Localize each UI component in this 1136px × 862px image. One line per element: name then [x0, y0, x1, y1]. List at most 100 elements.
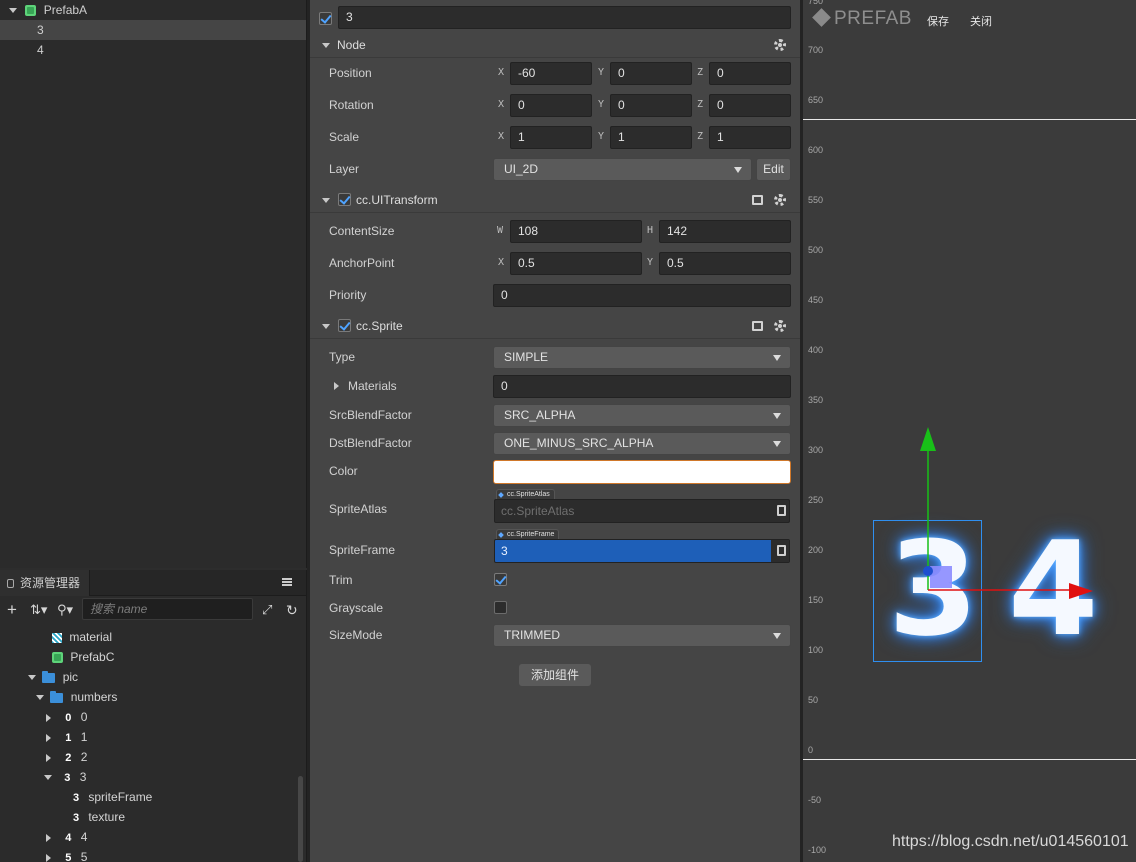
collapse-arrow-icon[interactable]	[322, 198, 330, 203]
scale-x-input[interactable]: 1	[510, 126, 592, 149]
src-blend-select[interactable]: SRC_ALPHA	[493, 404, 791, 427]
select-value: SIMPLE	[504, 350, 549, 364]
list-item[interactable]: 1 1	[46, 727, 87, 747]
grayscale-checkbox[interactable]	[494, 601, 507, 614]
expand-arrow-icon[interactable]	[334, 382, 339, 390]
axis-label: Y	[647, 257, 654, 268]
scene-view[interactable]: 750 700 650 600 550 500 450 400 350 300 …	[803, 0, 1136, 862]
sort-icon[interactable]: ⇅▾	[30, 601, 47, 619]
material-icon	[52, 632, 62, 643]
priority-input[interactable]: 0	[493, 284, 791, 307]
list-item[interactable]: 5 5	[46, 847, 87, 862]
hierarchy-item-3[interactable]: 3	[0, 20, 306, 40]
rotation-y-input[interactable]: 0	[610, 94, 692, 117]
chevron-down-icon	[773, 441, 781, 447]
list-item[interactable]: numbers	[36, 687, 117, 707]
list-item[interactable]: 3 spriteFrame	[70, 787, 152, 807]
type-select[interactable]: SIMPLE	[493, 346, 791, 369]
collapse-arrow-icon[interactable]	[322, 43, 330, 48]
materials-count-input[interactable]: 0	[493, 375, 791, 398]
anchor-y-input[interactable]: 0.5	[659, 252, 791, 275]
node-active-checkbox[interactable]	[319, 12, 332, 25]
field-label: Grayscale	[329, 601, 384, 615]
list-item[interactable]: 3 texture	[70, 807, 125, 827]
menu-icon[interactable]	[282, 578, 292, 586]
search-input[interactable]: 搜索 name	[82, 598, 253, 620]
add-icon[interactable]: +	[7, 601, 17, 619]
gear-icon[interactable]	[774, 320, 786, 332]
axis-label: W	[497, 225, 504, 236]
refresh-icon[interactable]: ↻	[286, 601, 298, 619]
size-mode-select[interactable]: TRIMMED	[493, 624, 791, 647]
expand-icon[interactable]: ⤢	[262, 601, 272, 619]
hierarchy-item-4[interactable]: 4	[0, 40, 306, 60]
collapse-arrow-icon[interactable]	[28, 675, 36, 681]
section-title: cc.UITransform	[356, 193, 438, 207]
dst-blend-select[interactable]: ONE_MINUS_SRC_ALPHA	[493, 432, 791, 455]
folder-icon	[50, 690, 64, 703]
position-y-input[interactable]: 0	[610, 62, 692, 85]
list-item[interactable]: 3 3	[44, 767, 86, 787]
expand-arrow-icon[interactable]	[46, 853, 51, 862]
axis-label: Z	[697, 99, 704, 110]
node-name-input[interactable]: 3	[338, 6, 791, 29]
scale-row: Scale X 1 Y 1 Z 1	[310, 123, 800, 151]
rotation-z-input[interactable]: 0	[709, 94, 791, 117]
list-item[interactable]: 4 4	[46, 827, 87, 847]
help-book-icon[interactable]	[752, 321, 763, 331]
gear-icon[interactable]	[774, 194, 786, 206]
tab-label: 资源管理器	[20, 576, 81, 590]
scrollbar[interactable]	[298, 776, 303, 862]
component-enabled-checkbox[interactable]	[338, 193, 351, 206]
list-item-label: 3	[79, 770, 87, 784]
collapse-arrow-icon[interactable]	[44, 775, 52, 781]
scale-z-input[interactable]: 1	[709, 126, 791, 149]
layer-edit-button[interactable]: Edit	[756, 158, 791, 181]
hierarchy-panel: PrefabA 3 4	[0, 0, 307, 568]
expand-arrow-icon[interactable]	[46, 833, 51, 842]
list-item[interactable]: 0 0	[46, 707, 87, 727]
expand-arrow-icon[interactable]	[46, 733, 51, 742]
field-label: Layer	[329, 162, 360, 176]
sprite-section-header[interactable]: cc.Sprite	[310, 313, 800, 339]
list-item-label: PrefabC	[70, 650, 115, 664]
add-component-button[interactable]: 添加组件	[519, 664, 591, 686]
collapse-arrow-icon[interactable]	[9, 8, 17, 14]
trim-checkbox[interactable]	[494, 573, 507, 586]
help-book-icon[interactable]	[752, 195, 763, 205]
sprite-frame-row: SpriteFrame cc.SpriteFrame 3	[310, 529, 800, 567]
rotation-x-input[interactable]: 0	[510, 94, 592, 117]
search-type-icon[interactable]: ⚲▾	[57, 601, 73, 619]
priority-row: Priority 0	[310, 281, 800, 309]
hierarchy-item-root[interactable]: PrefabA	[0, 0, 306, 20]
expand-arrow-icon[interactable]	[46, 753, 51, 762]
height-input[interactable]: 142	[659, 220, 791, 243]
position-z-input[interactable]: 0	[709, 62, 791, 85]
list-item[interactable]: material	[52, 627, 112, 647]
width-input[interactable]: 108	[510, 220, 642, 243]
field-label: Type	[329, 350, 356, 364]
list-item[interactable]: 2 2	[46, 747, 87, 767]
collapse-arrow-icon[interactable]	[322, 324, 330, 329]
move-gizmo[interactable]	[803, 0, 1136, 862]
list-item[interactable]: pic	[28, 667, 78, 687]
anchor-x-input[interactable]: 0.5	[510, 252, 642, 275]
asset-picker-icon[interactable]	[777, 505, 786, 516]
sprite-atlas-field[interactable]: cc.SpriteAtlas	[494, 499, 790, 523]
asset-picker-icon[interactable]	[777, 545, 786, 556]
position-x-input[interactable]: -60	[510, 62, 592, 85]
color-swatch[interactable]	[493, 460, 791, 484]
scale-y-input[interactable]: 1	[610, 126, 692, 149]
image-icon: 4	[65, 832, 72, 844]
sprite-frame-field[interactable]: 3	[494, 539, 790, 563]
list-item[interactable]: PrefabC	[52, 647, 114, 667]
layer-select[interactable]: UI_2D	[493, 158, 752, 181]
tab-assets[interactable]: 资源管理器	[0, 570, 90, 596]
component-enabled-checkbox[interactable]	[338, 319, 351, 332]
expand-arrow-icon[interactable]	[46, 713, 51, 722]
collapse-arrow-icon[interactable]	[36, 695, 44, 701]
color-row: Color	[310, 457, 800, 485]
node-section-header[interactable]: Node	[310, 32, 800, 58]
gear-icon[interactable]	[774, 39, 786, 51]
uitransform-section-header[interactable]: cc.UITransform	[310, 187, 800, 213]
